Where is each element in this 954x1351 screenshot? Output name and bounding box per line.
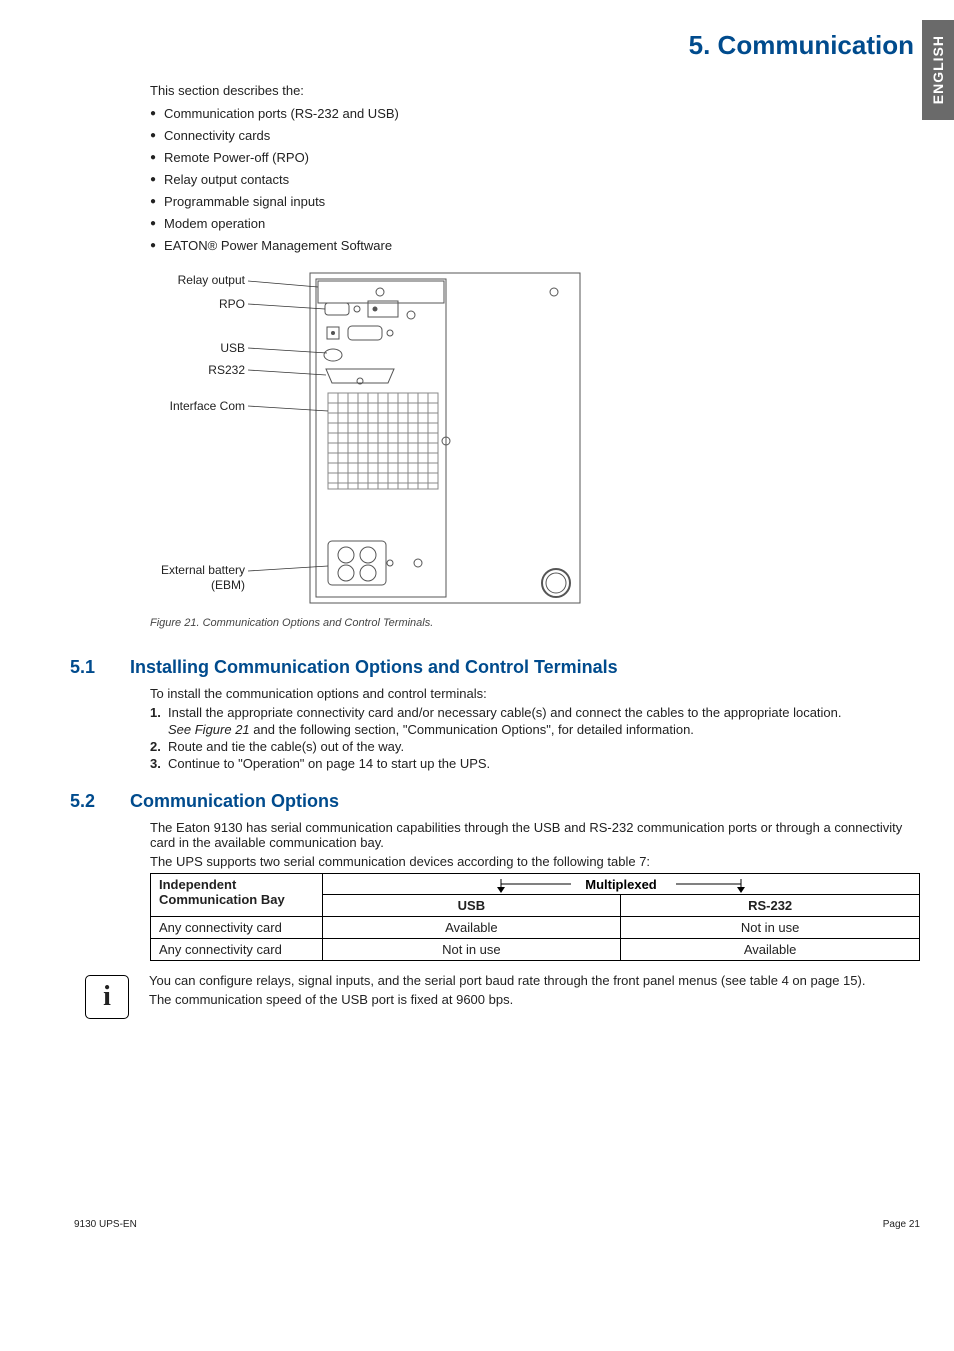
step-item: 2. Route and tie the cable(s) out of the… (150, 739, 924, 754)
intro-text: This section describes the: (150, 83, 924, 98)
install-steps: 1. Install the appropriate connectivity … (150, 705, 924, 771)
step-text: Continue to "Operation" on page 14 to st… (168, 756, 490, 771)
th-commbay: Communication Bay (159, 892, 285, 907)
cell: Not in use (322, 939, 621, 961)
list-item: Programmable signal inputs (150, 194, 924, 209)
th-multiplexed: Multiplexed (585, 877, 657, 892)
cell: Available (621, 939, 920, 961)
section-heading: Communication Options (130, 791, 339, 812)
callout-rs232: RS232 (150, 363, 245, 377)
list-item: Modem operation (150, 216, 924, 231)
step-sub-ref: See Figure 21 (168, 722, 250, 737)
page-title: 5. Communication (70, 30, 924, 61)
figure-21: Relay output RPO USB RS232 Interface Com… (150, 271, 600, 611)
info-paragraph: You can configure relays, signal inputs,… (149, 973, 865, 988)
list-item: Communication ports (RS-232 and USB) (150, 106, 924, 121)
section-lead: To install the communication options and… (150, 686, 924, 701)
info-paragraph: The communication speed of the USB port … (149, 992, 865, 1007)
callout-rpo: RPO (150, 297, 245, 311)
list-item: Remote Power-off (RPO) (150, 150, 924, 165)
callout-interface: Interface Com (145, 399, 245, 413)
table-row: Any connectivity card Not in use Availab… (151, 939, 920, 961)
step-num: 2. (150, 739, 161, 754)
cell: Not in use (621, 917, 920, 939)
list-item: Connectivity cards (150, 128, 924, 143)
step-text: Route and tie the cable(s) out of the wa… (168, 739, 404, 754)
feature-list: Communication ports (RS-232 and USB) Con… (150, 106, 924, 253)
th-usb: USB (322, 895, 621, 917)
step-num: 3. (150, 756, 161, 771)
step-item: 1. Install the appropriate connectivity … (150, 705, 924, 737)
section-paragraph: The UPS supports two serial communicatio… (150, 854, 924, 869)
figure-caption: Figure 21. Communication Options and Con… (150, 617, 924, 629)
step-text: Install the appropriate connectivity car… (168, 705, 842, 720)
cell: Available (322, 917, 621, 939)
footer-left: 9130 UPS-EN (74, 1219, 137, 1230)
th-rs232: RS-232 (621, 895, 920, 917)
th-independent: Independent (159, 877, 236, 892)
cell: Any connectivity card (151, 939, 323, 961)
cell: Any connectivity card (151, 917, 323, 939)
multiplexed-arrows: Multiplexed (381, 876, 861, 894)
section-number: 5.1 (70, 657, 130, 678)
language-tab: ENGLISH (922, 20, 954, 120)
language-tab-text: ENGLISH (930, 35, 946, 104)
step-sub-tail: and the following section, "Communicatio… (250, 722, 694, 737)
step-num: 1. (150, 705, 161, 720)
step-item: 3. Continue to "Operation" on page 14 to… (150, 756, 924, 771)
section-paragraph: The Eaton 9130 has serial communication … (150, 820, 924, 850)
table-row: Any connectivity card Available Not in u… (151, 917, 920, 939)
communication-table: Independent Communication Bay Multiplexe… (150, 873, 920, 961)
terminal-diagram (150, 271, 600, 611)
footer-right: Page 21 (883, 1219, 920, 1230)
info-icon: i (85, 975, 129, 1019)
section-heading: Installing Communication Options and Con… (130, 657, 618, 678)
page-footer: 9130 UPS-EN Page 21 (70, 1219, 924, 1230)
callout-relay: Relay output (150, 273, 245, 287)
list-item: EATON® Power Management Software (150, 238, 924, 253)
section-number: 5.2 (70, 791, 130, 812)
callout-usb: USB (150, 341, 245, 355)
list-item: Relay output contacts (150, 172, 924, 187)
callout-ebm: External battery (EBM) (130, 563, 245, 593)
